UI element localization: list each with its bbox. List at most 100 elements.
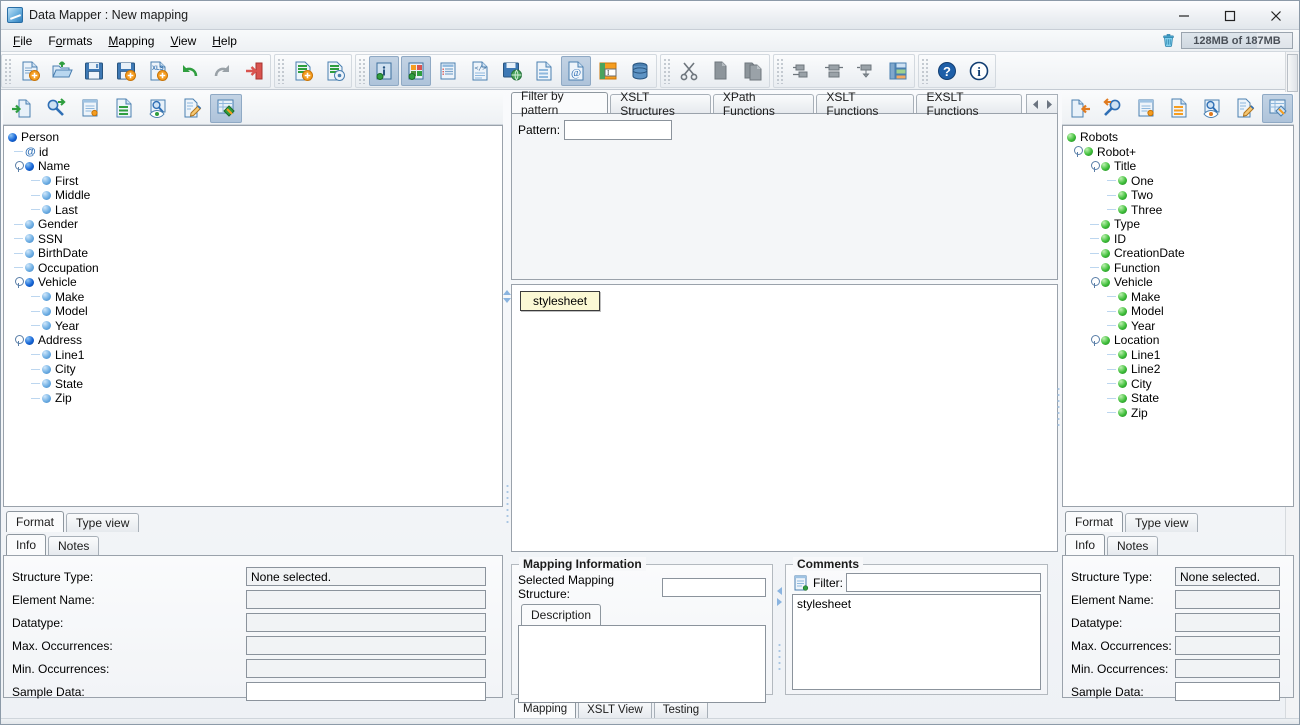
xml-source-icon[interactable]: </> [465,56,495,86]
splitter-collapse-left-icon[interactable] [776,587,782,595]
tab-filter-by-pattern[interactable]: Filter by pattern [511,89,609,117]
description-textarea[interactable] [518,625,766,703]
tree-node[interactable]: Address [8,333,502,348]
tree-node[interactable]: Robot+ [1067,145,1293,160]
preview-structure-icon[interactable] [1196,94,1227,123]
toolbar-grip[interactable] [358,57,366,84]
tree-node[interactable]: City [8,362,502,377]
tab-exslt-functions[interactable]: EXSLT Functions [916,90,1022,118]
tab-format[interactable]: Format [6,511,65,532]
toolbar-grip[interactable] [921,57,929,84]
scroll-left-icon[interactable] [1029,96,1042,113]
tree-node[interactable]: Line1 [1067,348,1293,363]
info-field-input[interactable] [1175,636,1280,655]
tree-node[interactable]: SSN [8,232,502,247]
find-structure-icon[interactable] [40,94,72,123]
tree-node[interactable]: First [8,174,502,189]
tab-info[interactable]: Info [1065,534,1106,555]
tree-node[interactable]: Year [1067,319,1293,334]
splitter-grip[interactable] [1056,386,1060,426]
tree-node[interactable]: Zip [8,391,502,406]
preview-structure-icon[interactable] [142,94,174,123]
tree-node[interactable]: Person [8,130,502,145]
align-right-icon[interactable] [851,56,881,86]
info-field-input[interactable]: None selected. [1175,567,1280,586]
document-icon[interactable] [529,56,559,86]
tree-node[interactable]: Model [8,304,502,319]
redo-icon[interactable] [207,56,237,86]
comments-filter-input[interactable] [846,573,1041,592]
target-tree[interactable]: Robots Robot+ Title One Two Three Type ID Creati… [1063,126,1293,420]
find-structure-icon[interactable] [1098,94,1129,123]
toolbar-grip[interactable] [663,57,671,84]
tree-node[interactable]: State [1067,391,1293,406]
tree-expand-handle-icon[interactable] [1090,276,1100,288]
left-center-splitter[interactable] [503,92,511,720]
tree-node[interactable]: Vehicle [1067,275,1293,290]
pattern-input[interactable] [564,120,673,140]
align-left-icon[interactable] [787,56,817,86]
paste-icon[interactable] [738,56,768,86]
mapping-canvas[interactable]: stylesheet [511,284,1058,552]
center-right-splitter[interactable] [1054,92,1062,720]
structure-list-icon[interactable] [108,94,140,123]
tab-type-view[interactable]: Type view [1125,513,1199,532]
remove-structure-icon[interactable] [320,56,350,86]
source-info-icon[interactable] [369,55,399,86]
splitter-grip[interactable] [777,642,781,672]
tree-node[interactable]: Make [1067,290,1293,305]
about-icon[interactable]: i [964,56,994,86]
tab-format[interactable]: Format [1065,511,1124,532]
tree-node[interactable]: Year [8,319,502,334]
save-web-icon[interactable] [497,56,527,86]
tab-xslt-functions[interactable]: XSLT Functions [816,90,915,118]
tree-expand-handle-icon[interactable] [14,160,24,172]
info-field-input[interactable] [246,590,486,609]
tree-expand-handle-icon[interactable] [1073,146,1083,158]
tree-expand-handle-icon[interactable] [14,334,24,346]
import-structure-icon[interactable] [6,94,38,123]
database-icon[interactable] [625,56,655,86]
menu-mapping[interactable]: Mapping [100,32,162,50]
menu-help[interactable]: Help [204,32,245,50]
new-mapping-icon[interactable] [15,56,45,86]
tab-info[interactable]: Info [6,534,47,555]
tab-xpath-functions[interactable]: XPath Functions [712,90,815,118]
tree-node[interactable]: BirthDate [8,246,502,261]
tree-node[interactable]: Robots [1067,130,1293,145]
open-mapping-icon[interactable] [47,56,77,86]
text-annotation-icon[interactable]: I [593,56,623,86]
target-info-icon[interactable] [401,55,431,86]
tab-notes[interactable]: Notes [48,536,100,555]
tree-node[interactable]: Line2 [1067,362,1293,377]
splitter-collapse-down-icon[interactable] [503,297,511,303]
new-note-icon[interactable] [1131,94,1162,123]
tab-type-view[interactable]: Type view [66,513,140,532]
tree-expand-handle-icon[interactable] [1090,160,1100,172]
add-structure-icon[interactable] [288,56,318,86]
align-center-icon[interactable] [819,56,849,86]
tree-node[interactable]: Make [8,290,502,305]
selected-mapping-structure-input[interactable] [662,577,766,597]
info-field-input[interactable] [246,613,486,632]
menu-view[interactable]: View [162,32,204,50]
info-field-input[interactable] [1175,659,1280,678]
tree-node[interactable]: Two [1067,188,1293,203]
tree-expand-handle-icon[interactable] [1090,334,1100,346]
save-as-mapping-icon[interactable] [111,56,141,86]
grid-layout-icon[interactable] [883,56,913,86]
tree-node[interactable]: Model [1067,304,1293,319]
comments-list[interactable]: stylesheet [792,594,1041,690]
tree-node[interactable]: One [1067,174,1293,189]
toolbar-grip[interactable] [776,57,784,84]
tree-node[interactable]: City [1067,377,1293,392]
close-icon[interactable] [1253,1,1299,30]
tree-node[interactable]: Type [1067,217,1293,232]
structure-list-icon[interactable] [1164,94,1195,123]
splitter-grip[interactable] [505,482,509,523]
info-field-input[interactable]: None selected. [246,567,486,586]
tree-node[interactable]: Location [1067,333,1293,348]
tree-node[interactable]: Function [1067,261,1293,276]
tree-node[interactable]: @ id [8,145,502,160]
comments-filter-icon[interactable] [792,574,810,592]
